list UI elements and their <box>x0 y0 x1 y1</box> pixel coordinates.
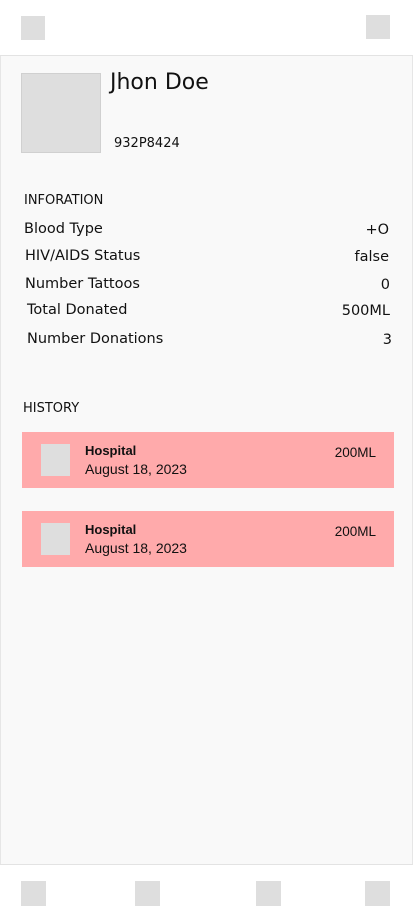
history-item-date: August 18, 2023 <box>85 540 187 556</box>
history-item-amount: 200ML <box>334 445 376 460</box>
bottom-navigation <box>0 864 413 922</box>
history-section-title: HISTORY <box>23 401 80 416</box>
donor-id: 932P8424 <box>114 136 180 151</box>
history-item-place: Hospital <box>85 522 137 537</box>
info-value-number-donations: 3 <box>382 332 392 348</box>
info-label-number-donations: Number Donations <box>27 331 164 347</box>
profile-icon[interactable] <box>365 881 390 906</box>
history-item[interactable]: Hospital August 18, 2023 200ML <box>22 511 394 567</box>
information-section-title: INFORATION <box>24 193 104 208</box>
history-item-date: August 18, 2023 <box>85 461 187 477</box>
history-item-amount: 200ML <box>334 524 376 539</box>
info-value-number-tattoos: 0 <box>380 277 390 293</box>
profile-content: Jhon Doe 932P8424 INFORATION Blood Type … <box>0 56 413 864</box>
hospital-icon <box>41 444 70 476</box>
info-label-number-tattoos: Number Tattoos <box>25 276 140 292</box>
home-icon[interactable] <box>21 881 46 906</box>
history-item-place: Hospital <box>85 443 137 458</box>
top-app-bar <box>0 0 413 56</box>
history-item[interactable]: Hospital August 18, 2023 200ML <box>22 432 394 488</box>
settings-icon[interactable] <box>366 15 390 39</box>
calendar-icon[interactable] <box>256 881 281 906</box>
search-icon[interactable] <box>135 881 160 906</box>
info-value-total-donated: 500ML <box>341 303 390 319</box>
avatar[interactable] <box>21 73 101 153</box>
info-value-hiv-status: false <box>354 249 390 265</box>
info-label-hiv-status: HIV/AIDS Status <box>25 248 141 264</box>
menu-icon[interactable] <box>21 16 45 40</box>
info-value-blood-type: +O <box>365 222 389 238</box>
donor-name: Jhon Doe <box>110 70 209 95</box>
info-label-total-donated: Total Donated <box>27 302 128 318</box>
info-label-blood-type: Blood Type <box>24 221 103 237</box>
hospital-icon <box>41 523 70 555</box>
